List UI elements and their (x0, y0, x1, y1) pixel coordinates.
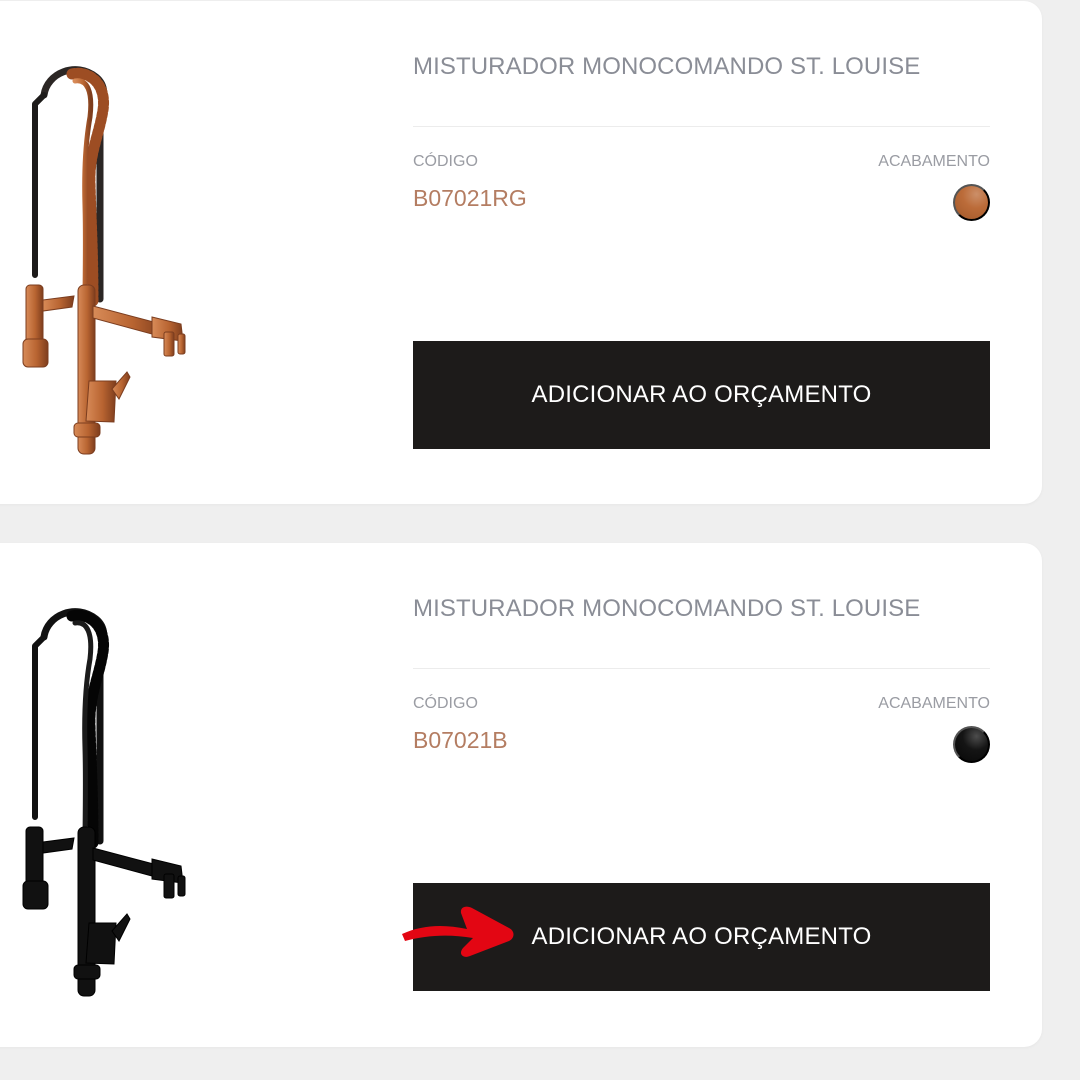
finish-swatch-black[interactable] (953, 726, 990, 763)
add-to-quote-button-label: ADICIONAR AO ORÇAMENTO (531, 923, 872, 950)
title-divider (413, 668, 990, 669)
code-label: CÓDIGO (413, 153, 478, 170)
product-title: MISTURADOR MONOCOMANDO ST. LOUISE (413, 595, 921, 622)
finish-label: ACABAMENTO (878, 695, 990, 712)
finish-swatch-rose-gold[interactable] (953, 184, 990, 221)
faucet-image (22, 66, 186, 455)
add-to-quote-button[interactable]: ADICIONAR AO ORÇAMENTO (413, 341, 990, 449)
product-code: B07021B (413, 727, 508, 753)
code-label: CÓDIGO (413, 695, 478, 712)
add-to-quote-button[interactable]: ADICIONAR AO ORÇAMENTO (413, 883, 990, 991)
product-title: MISTURADOR MONOCOMANDO ST. LOUISE (413, 53, 921, 80)
product-card: MISTURADOR MONOCOMANDO ST. LOUISE CÓDIGO… (0, 543, 1042, 1047)
add-to-quote-button-label: ADICIONAR AO ORÇAMENTO (531, 381, 872, 408)
product-code: B07021RG (413, 185, 527, 211)
title-divider (413, 126, 990, 127)
product-card: MISTURADOR MONOCOMANDO ST. LOUISE CÓDIGO… (0, 1, 1042, 504)
finish-label: ACABAMENTO (878, 153, 990, 170)
faucet-image (22, 608, 186, 997)
